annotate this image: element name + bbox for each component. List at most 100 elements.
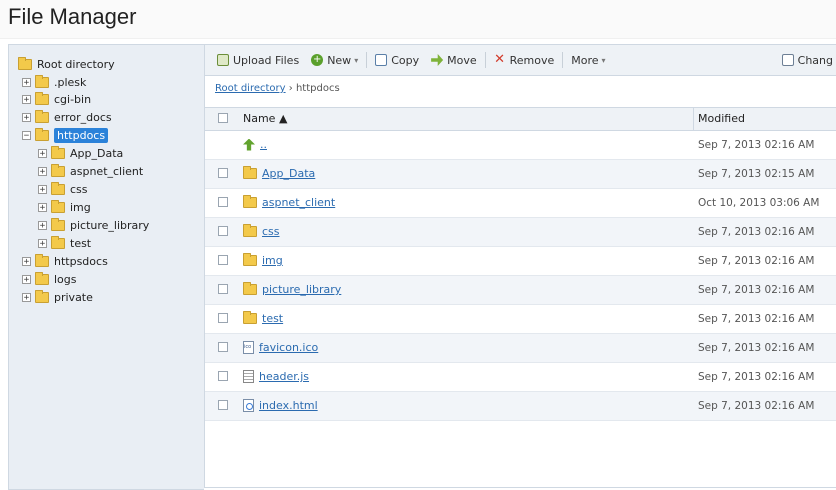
row-checkbox[interactable]: [218, 342, 228, 352]
folder-icon: [243, 166, 257, 179]
tree-item-error-docs[interactable]: + error_docs: [22, 109, 112, 125]
folder-icon: [243, 195, 257, 208]
tree-item-cgi-bin[interactable]: + cgi-bin: [22, 91, 91, 107]
folder-icon: [35, 74, 49, 88]
tree-item-label: App_Data: [70, 146, 124, 160]
script-file-icon: [243, 370, 254, 383]
row-checkbox[interactable]: [218, 255, 228, 265]
row-checkbox[interactable]: [218, 313, 228, 323]
folder-icon: [51, 163, 65, 177]
expand-icon[interactable]: +: [22, 77, 31, 87]
file-link[interactable]: test: [262, 312, 283, 325]
folder-icon: [243, 311, 257, 324]
copy-button[interactable]: Copy: [369, 54, 425, 67]
expand-icon[interactable]: +: [38, 184, 47, 194]
folder-icon: [51, 145, 65, 159]
file-link[interactable]: picture_library: [262, 283, 341, 296]
row-checkbox[interactable]: [218, 284, 228, 294]
row-checkbox[interactable]: [218, 197, 228, 207]
expand-icon[interactable]: +: [38, 202, 47, 212]
expand-icon[interactable]: +: [22, 256, 31, 266]
parent-dir-cell: ..: [243, 138, 267, 151]
row-checkbox[interactable]: [218, 226, 228, 236]
folder-tree: Root directory + .plesk + cgi-bin + erro…: [8, 44, 204, 490]
file-link[interactable]: img: [262, 254, 283, 267]
row-checkbox[interactable]: [218, 400, 228, 410]
move-button[interactable]: Move: [425, 54, 483, 67]
copy-icon: [375, 54, 388, 66]
table-row: aspnet_client Oct 10, 2013 03:06 AM: [205, 189, 836, 218]
tree-item-aspnet-client[interactable]: + aspnet_client: [38, 163, 143, 179]
folder-icon: [51, 235, 65, 249]
modified-date: Sep 7, 2013 02:16 AM: [698, 342, 815, 354]
expand-icon[interactable]: +: [38, 148, 47, 158]
folder-icon: [35, 91, 49, 105]
folder-icon: [51, 181, 65, 195]
toolbar-divider: [484, 52, 486, 68]
tree-item-test[interactable]: + test: [38, 235, 91, 251]
tree-item-label: img: [70, 200, 91, 214]
tree-item-label: error_docs: [54, 110, 112, 124]
tree-item-label: .plesk: [54, 75, 87, 89]
file-link[interactable]: favicon.ico: [259, 341, 318, 354]
html-file-icon: [243, 399, 254, 412]
tree-item-picture-library[interactable]: + picture_library: [38, 217, 149, 233]
select-all-checkbox[interactable]: [218, 113, 228, 123]
modified-date: Sep 7, 2013 02:16 AM: [698, 371, 815, 383]
file-link[interactable]: css: [262, 225, 280, 238]
expand-icon[interactable]: +: [38, 166, 47, 176]
table-row: img Sep 7, 2013 02:16 AM: [205, 247, 836, 276]
remove-button[interactable]: ✕ Remove: [488, 53, 561, 67]
breadcrumb: Root directory › httpdocs: [215, 83, 340, 94]
column-divider: [693, 108, 694, 130]
column-header-name[interactable]: Name ▲: [243, 112, 287, 125]
expand-icon[interactable]: +: [22, 292, 31, 302]
file-link[interactable]: App_Data: [262, 167, 315, 180]
modified-date: Sep 7, 2013 02:16 AM: [698, 226, 815, 238]
folder-icon: [35, 127, 49, 141]
more-button[interactable]: More ▾: [565, 54, 611, 67]
name-cell: aspnet_client: [243, 195, 335, 209]
change-permissions-icon: [781, 54, 794, 66]
file-link[interactable]: aspnet_client: [262, 196, 335, 209]
column-header-modified[interactable]: Modified: [698, 112, 745, 125]
expand-icon[interactable]: +: [22, 112, 31, 122]
tree-item-httpdocs[interactable]: − httpdocs: [22, 127, 109, 143]
tree-item-css[interactable]: + css: [38, 181, 88, 197]
move-label: Move: [447, 53, 477, 67]
new-button[interactable]: + New ▾: [305, 54, 364, 67]
file-link[interactable]: index.html: [259, 399, 318, 412]
arrow-right-icon: [431, 54, 444, 66]
tree-item-app-data[interactable]: + App_Data: [38, 145, 123, 161]
file-list-panel: Upload Files + New ▾ Copy Move ✕ Remove …: [204, 44, 836, 488]
row-checkbox[interactable]: [218, 371, 228, 381]
modified-date: Sep 7, 2013 02:15 AM: [698, 168, 815, 180]
file-link[interactable]: header.js: [259, 370, 309, 383]
expand-icon[interactable]: +: [22, 94, 31, 104]
tree-item-plesk[interactable]: + .plesk: [22, 74, 86, 90]
tree-item-img[interactable]: + img: [38, 199, 91, 215]
folder-icon: [35, 271, 49, 285]
breadcrumb-current: httpdocs: [295, 83, 340, 94]
modified-date: Sep 7, 2013 02:16 AM: [698, 400, 815, 412]
tree-root[interactable]: Root directory: [18, 56, 115, 72]
expand-icon[interactable]: +: [38, 238, 47, 248]
new-label: New: [327, 53, 352, 67]
name-cell: test: [243, 311, 283, 325]
breadcrumb-root-link[interactable]: Root directory: [215, 83, 286, 94]
plus-icon: +: [311, 54, 324, 66]
change-button[interactable]: Chang: [776, 54, 836, 67]
expand-icon[interactable]: +: [38, 220, 47, 230]
upload-files-button[interactable]: Upload Files: [211, 54, 305, 67]
toolbar-divider: [562, 52, 564, 68]
table-row: picture_library Sep 7, 2013 02:16 AM: [205, 276, 836, 305]
tree-item-private[interactable]: + private: [22, 289, 93, 305]
breadcrumb-separator: ›: [288, 83, 293, 94]
row-checkbox[interactable]: [218, 168, 228, 178]
collapse-icon[interactable]: −: [22, 130, 31, 140]
tree-item-logs[interactable]: + logs: [22, 271, 77, 287]
tree-item-httpsdocs[interactable]: + httpsdocs: [22, 253, 108, 269]
parent-dir-link[interactable]: ..: [260, 138, 267, 151]
expand-icon[interactable]: +: [22, 274, 31, 284]
file-table: Name ▲ Modified .. Sep 7, 2013 02:16 AM …: [205, 107, 836, 421]
